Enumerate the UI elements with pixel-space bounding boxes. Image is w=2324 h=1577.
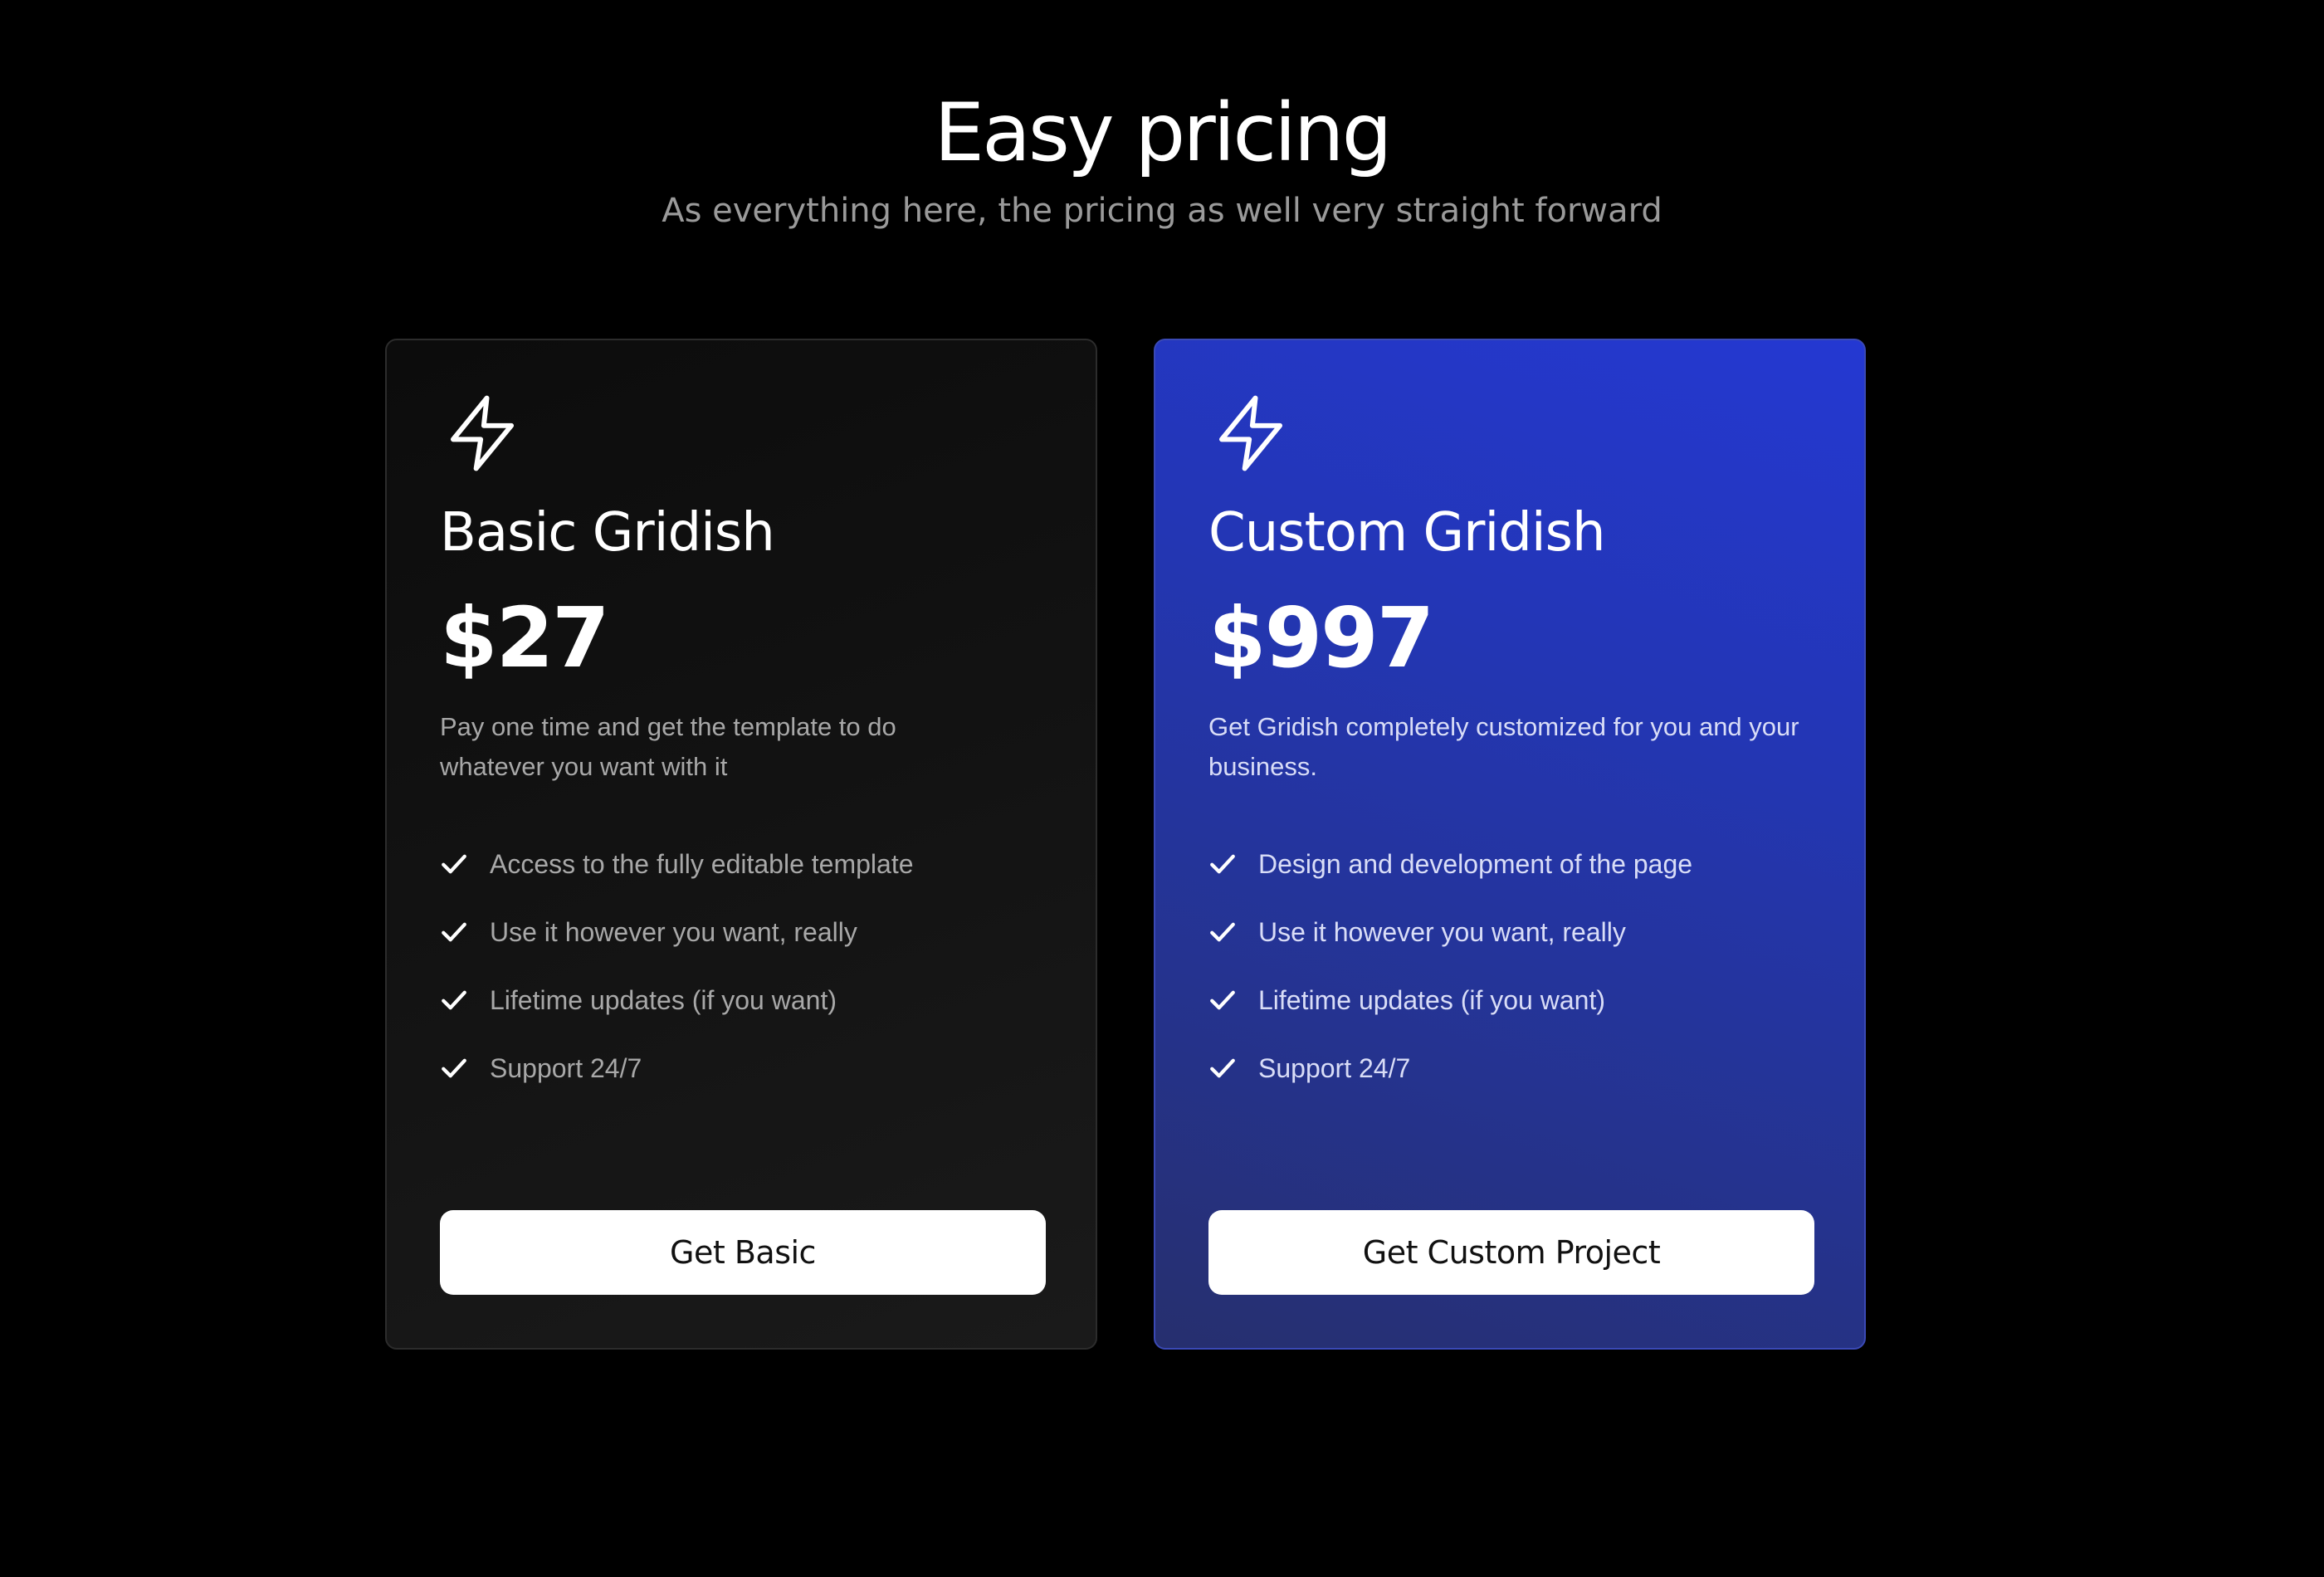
checkmark-icon (442, 922, 466, 942)
feature-text: Access to the fully editable template (490, 849, 914, 879)
feature-text: Support 24/7 (1258, 1053, 1411, 1083)
feature-text: Design and development of the page (1258, 849, 1693, 879)
feature-item: Lifetime updates (if you want) (1208, 966, 1811, 1034)
pricing-page: Easy pricing As everything here, the pri… (0, 0, 2324, 1577)
checkmark-icon (442, 854, 466, 874)
checkmark-icon (1210, 990, 1235, 1010)
page-title: Easy pricing (934, 86, 1392, 179)
feature-item: Use it however you want, really (1208, 898, 1811, 966)
feature-text: Support 24/7 (490, 1053, 642, 1083)
feature-list: Design and development of the page Use i… (1208, 830, 1811, 1102)
plan-price: $997 (1208, 589, 1434, 686)
feature-text: Lifetime updates (if you want) (1258, 985, 1605, 1015)
checkmark-icon (1210, 922, 1235, 942)
get-custom-project-button[interactable]: Get Custom Project (1208, 1210, 1814, 1295)
checkmark-icon (442, 1058, 466, 1078)
feature-text: Lifetime updates (if you want) (490, 985, 837, 1015)
checkmark-icon (1210, 1058, 1235, 1078)
pricing-card-basic: Basic Gridish $27 Pay one time and get t… (385, 339, 1097, 1350)
feature-item: Support 24/7 (440, 1034, 1042, 1102)
feature-item: Access to the fully editable template (440, 830, 1042, 898)
feature-item: Lifetime updates (if you want) (440, 966, 1042, 1034)
pricing-header: Easy pricing As everything here, the pri… (0, 83, 2324, 234)
pricing-cards: Basic Gridish $27 Pay one time and get t… (385, 339, 1866, 1350)
pricing-card-custom: Custom Gridish $997 Get Gridish complete… (1154, 339, 1866, 1350)
feature-item: Use it however you want, really (440, 898, 1042, 966)
plan-name: Basic Gridish (440, 502, 775, 564)
feature-item: Support 24/7 (1208, 1034, 1811, 1102)
plan-description: Pay one time and get the template to do … (440, 712, 896, 781)
feature-list: Access to the fully editable template Us… (440, 830, 1042, 1102)
get-basic-button[interactable]: Get Basic (440, 1210, 1046, 1295)
page-subtitle: As everything here, the pricing as well … (662, 192, 1662, 230)
checkmark-icon (1210, 854, 1235, 874)
feature-item: Design and development of the page (1208, 830, 1811, 898)
feature-text: Use it however you want, really (1258, 917, 1626, 947)
plan-price: $27 (440, 589, 610, 686)
plan-description: Get Gridish completely customized for yo… (1208, 712, 1799, 781)
feature-text: Use it however you want, really (490, 917, 857, 947)
checkmark-icon (442, 990, 466, 1010)
lightning-bolt-icon (1218, 395, 1283, 471)
lightning-bolt-icon (450, 395, 515, 471)
plan-name: Custom Gridish (1208, 502, 1606, 564)
